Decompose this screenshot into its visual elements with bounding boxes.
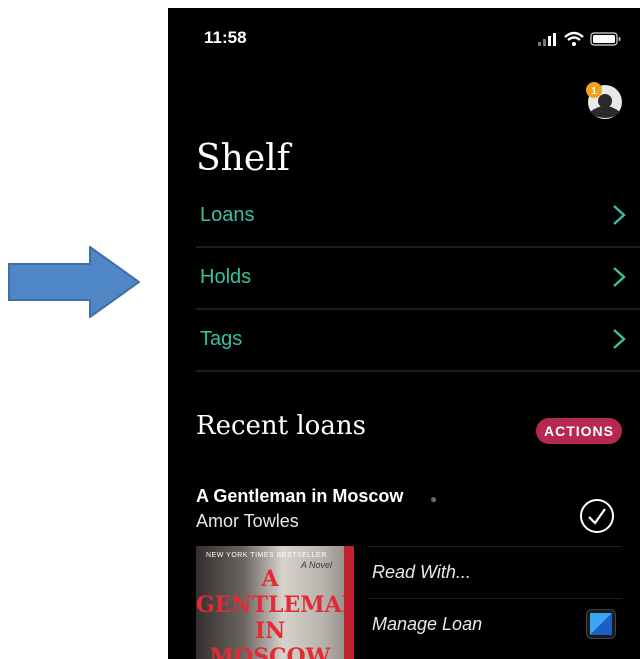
cover-title-line: GENTLEMAN (196, 592, 354, 618)
battery-icon (590, 32, 621, 46)
action-label: Manage Loan (372, 614, 483, 634)
cover-banner: NEW YORK TIMES BESTSELLER (206, 552, 327, 559)
nav-item-label: Holds (200, 266, 252, 288)
book-cover[interactable]: NEW YORK TIMES BESTSELLER A Novel A GENT… (196, 546, 354, 659)
recent-loans-heading: Recent loans (196, 411, 366, 441)
account-avatar-button[interactable]: 1 (584, 80, 624, 120)
cover-title-line: IN (254, 618, 286, 644)
notification-badge-count: 1 (591, 86, 597, 97)
phone-screen: 11:58 1 Shelf Loans Holds Tags Recent lo… (168, 8, 640, 659)
page-title: Shelf (196, 138, 290, 179)
action-label: Read With... (372, 562, 471, 582)
nav-item-label: Tags (200, 328, 243, 350)
nav-item-label: Loans (200, 204, 255, 226)
chevron-right-icon (613, 205, 626, 225)
nav-item-holds[interactable]: Holds (196, 248, 640, 310)
cover-title-line: MOSCOW (209, 644, 331, 659)
separator-dot: ● (430, 492, 438, 506)
account-avatar-icon: 1 (586, 82, 622, 119)
cellular-signal-icon (538, 33, 556, 46)
pointer-arrow-icon (8, 246, 140, 318)
cover-title: A GENTLEMAN IN MOSCOW (196, 566, 354, 659)
cover-title-line: A (261, 566, 279, 592)
nav-item-loans[interactable]: Loans (196, 186, 640, 248)
actions-button[interactable]: ACTIONS (536, 418, 622, 444)
book-title[interactable]: A Gentleman in Moscow (196, 486, 403, 507)
manage-loan-icon (586, 609, 616, 639)
wifi-icon (564, 31, 584, 41)
chevron-right-icon (613, 329, 626, 349)
cover-stripe (344, 546, 354, 659)
book-author[interactable]: Amor Towles (196, 511, 299, 532)
read-with-action[interactable]: Read With... (368, 546, 622, 599)
chevron-right-icon (613, 267, 626, 287)
nav-item-tags[interactable]: Tags (196, 310, 640, 372)
checkmark-circle-icon[interactable] (579, 498, 615, 534)
manage-loan-action[interactable]: Manage Loan (368, 598, 622, 651)
status-icons (538, 31, 621, 46)
status-time: 11:58 (204, 28, 247, 47)
